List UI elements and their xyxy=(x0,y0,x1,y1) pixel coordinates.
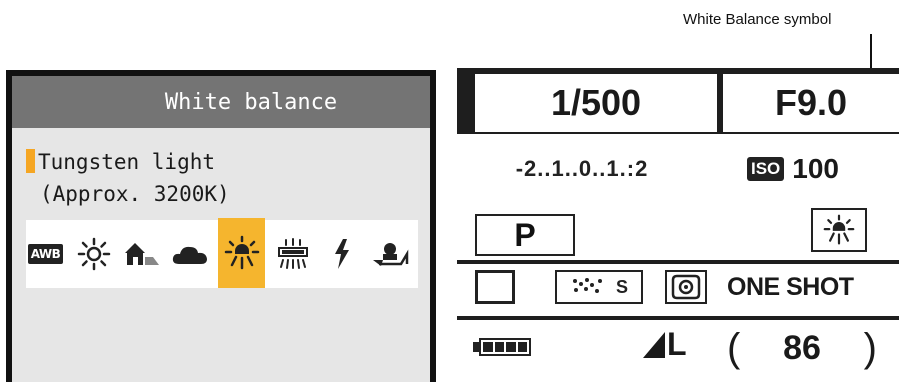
picture-style-label: S xyxy=(615,276,628,297)
iso-value: 100 xyxy=(792,153,839,184)
wb-option-custom[interactable] xyxy=(370,222,409,286)
shots-remaining: ( 86 ) xyxy=(727,326,877,371)
selected-setting-name: Tungsten light xyxy=(38,150,216,174)
aperture-value[interactable]: F9.0 xyxy=(723,74,899,132)
shots-close-paren: ) xyxy=(863,326,877,370)
white-balance-menu-screen: White balance Tungsten light (Approx. 32… xyxy=(6,70,436,382)
image-quality-label: L xyxy=(667,326,687,362)
wb-option-auto[interactable]: AWB xyxy=(26,222,65,286)
selected-color-temperature: (Approx. 3200K) xyxy=(40,182,230,206)
image-quality-setting[interactable]: L xyxy=(643,326,687,363)
drive-af-row: S ONE SHOT xyxy=(457,264,899,310)
custom-white-balance-icon xyxy=(372,243,408,266)
wb-option-fluorescent[interactable] xyxy=(274,222,313,286)
tungsten-light-icon xyxy=(224,235,259,270)
shooting-mode[interactable]: P xyxy=(475,214,575,256)
evaluative-metering-icon xyxy=(671,274,701,300)
menu-title: White balance xyxy=(12,76,430,128)
shutter-speed[interactable]: 1/500 xyxy=(475,74,717,132)
wb-option-shade[interactable] xyxy=(122,222,161,286)
cloudy-icon xyxy=(172,246,207,264)
metering-mode-setting[interactable] xyxy=(665,270,707,304)
white-balance-symbol-callout: White Balance symbol xyxy=(683,11,832,28)
iso-setting[interactable]: ISO 100 xyxy=(713,138,873,200)
fluorescent-light-icon xyxy=(278,238,309,269)
status-row: L ( 86 ) xyxy=(457,322,899,372)
af-mode[interactable]: ONE SHOT xyxy=(727,273,854,302)
iso-icon: ISO xyxy=(746,157,785,181)
shots-remaining-value: 86 xyxy=(783,329,821,367)
flash-icon xyxy=(334,239,349,269)
wb-option-daylight[interactable] xyxy=(74,222,113,286)
wb-option-tungsten[interactable] xyxy=(218,218,265,288)
white-balance-menu-panel: White balance Tungsten light (Approx. 32… xyxy=(12,76,430,382)
white-balance-options: AWB xyxy=(26,218,418,288)
shooting-settings-display: 1/500 F9.0 -2..1..0..1.:2 ISO 100 P S ON… xyxy=(457,68,899,382)
selected-setting-info: Tungsten light (Approx. 3200K) xyxy=(26,146,230,210)
tungsten-light-icon xyxy=(823,214,855,245)
picture-style-setting[interactable]: S xyxy=(555,270,643,304)
exposure-compensation-scale[interactable]: -2..1..0..1.:2 xyxy=(457,138,707,200)
selection-marker xyxy=(26,149,35,173)
white-balance-setting[interactable] xyxy=(811,208,867,252)
single-shot-drive-icon[interactable] xyxy=(475,270,515,304)
picture-style-icon xyxy=(572,278,602,293)
battery-level-icon xyxy=(479,338,531,356)
shade-house-icon xyxy=(124,243,159,265)
quality-fine-icon xyxy=(643,331,665,358)
shots-open-paren: ( xyxy=(727,326,741,370)
wb-option-flash[interactable] xyxy=(322,222,361,286)
wb-option-cloudy[interactable] xyxy=(170,222,209,286)
daylight-sun-icon xyxy=(77,237,110,271)
auto-white-balance-icon: AWB xyxy=(27,244,64,264)
